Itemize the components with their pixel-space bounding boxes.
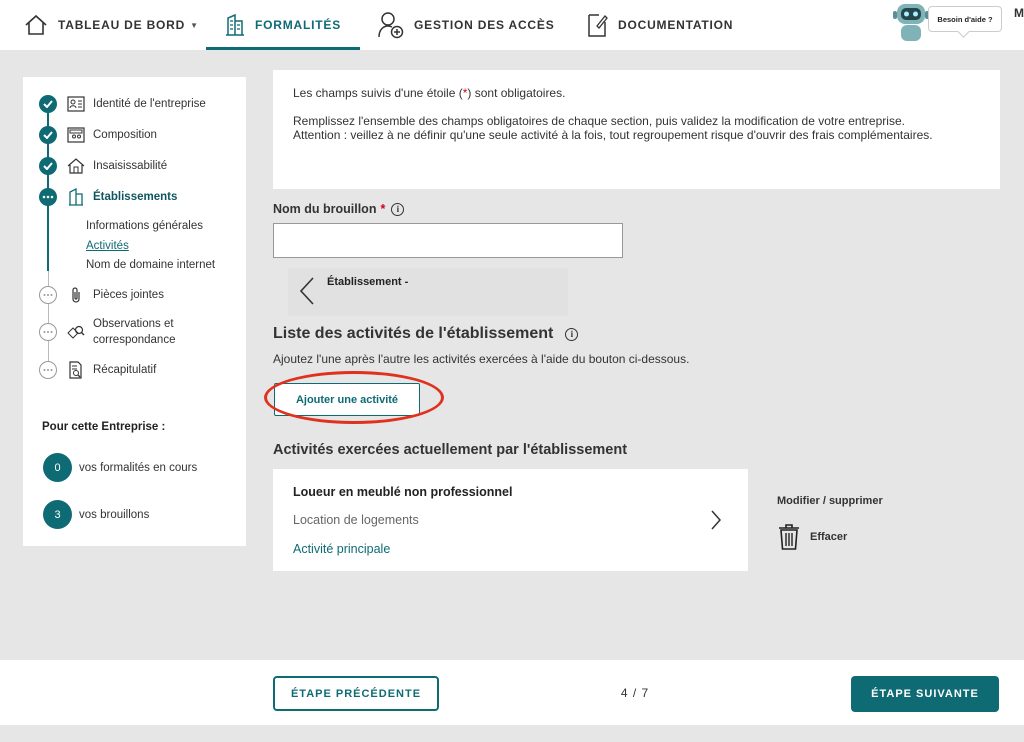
step-label: Composition <box>93 129 157 141</box>
in-progress-dots-icon <box>39 188 57 206</box>
activity-description: Location de logements <box>293 513 419 527</box>
user-menu-truncated[interactable]: M <box>1014 6 1024 20</box>
building-icon <box>67 188 85 206</box>
trash-icon <box>779 524 799 550</box>
chevron-down-icon: ▼ <box>190 20 199 30</box>
instructions-card: Les champs suivis d'une étoile (*) sont … <box>273 70 1000 189</box>
nav-dashboard[interactable]: TABLEAU DE BORD ▼ <box>24 0 199 50</box>
nav-access[interactable]: GESTION DES ACCÈS <box>378 0 555 50</box>
info-icon[interactable]: i <box>391 202 405 216</box>
paperclip-icon <box>67 286 85 304</box>
draft-name-input[interactable] <box>273 223 623 258</box>
establishment-title: Établissement - <box>327 276 409 288</box>
steps-sidebar: Identité de l'entreprise Composition Ins… <box>23 77 246 546</box>
top-nav: TABLEAU DE BORD ▼ FORMALITÉS GESTION DES… <box>0 0 1024 50</box>
document-search-icon <box>67 361 85 379</box>
activities-subtitle: Ajoutez l'une après l'autre les activité… <box>273 352 690 366</box>
modify-delete-label: Modifier / supprimer <box>777 495 883 507</box>
activity-type: Activité principale <box>293 542 391 556</box>
nav-formalites-label: FORMALITÉS <box>255 18 341 32</box>
footer-bar: ÉTAPE PRÉCÉDENTE 4 / 7 ÉTAPE SUIVANTE <box>0 660 1024 725</box>
company-section-title: Pour cette Entreprise : <box>42 421 166 433</box>
step-label: Récapitulatif <box>93 364 157 376</box>
chat-search-icon <box>67 323 85 341</box>
id-card-icon <box>67 95 85 113</box>
pending-dots-icon <box>39 323 57 341</box>
house-icon <box>67 157 85 175</box>
check-icon <box>39 157 57 175</box>
activities-section-title: Liste des activités de l'établissement i <box>273 325 579 343</box>
step-label: Identité de l'entreprise <box>93 98 206 110</box>
formalities-counter[interactable]: 0 vos formalités en cours <box>43 453 197 482</box>
activity-card[interactable]: Loueur en meublé non professionnel Locat… <box>273 469 748 571</box>
substep-domaine[interactable]: Nom de domaine internet <box>86 259 215 271</box>
step-pieces-jointes[interactable]: Pièces jointes <box>39 286 164 304</box>
step-insaisissabilite[interactable]: Insaisissabilité <box>39 157 167 175</box>
robot-assistant-icon[interactable] <box>890 0 932 44</box>
step-etablissements[interactable]: Établissements <box>39 188 177 206</box>
home-icon <box>25 14 47 35</box>
step-pager: 4 / 7 <box>620 686 650 700</box>
check-icon <box>39 126 57 144</box>
step-label: Pièces jointes <box>93 289 164 301</box>
previous-step-button[interactable]: ÉTAPE PRÉCÉDENTE <box>273 676 439 711</box>
step-label: Observations et correspondance <box>93 318 176 346</box>
user-add-icon <box>378 12 404 39</box>
check-icon <box>39 95 57 113</box>
info-icon[interactable]: i <box>565 327 579 341</box>
required-fields-note: Les champs suivis d'une étoile (*) sont … <box>293 86 566 100</box>
next-step-button[interactable]: ÉTAPE SUIVANTE <box>851 676 999 712</box>
current-activities-title: Activités exercées actuellement par l'ét… <box>273 442 628 458</box>
pending-dots-icon <box>39 361 57 379</box>
building-icon <box>226 13 244 36</box>
counter-badge: 0 <box>43 453 72 482</box>
help-bubble[interactable]: Besoin d'aide ? <box>928 6 1002 32</box>
nav-documentation[interactable]: DOCUMENTATION <box>586 0 733 50</box>
establishment-selector[interactable]: Établissement - <box>288 268 568 316</box>
drafts-counter[interactable]: 3 vos brouillons <box>43 500 149 529</box>
activity-name: Loueur en meublé non professionnel <box>293 485 513 499</box>
add-activity-button[interactable]: Ajouter une activité <box>274 383 420 416</box>
delete-label: Effacer <box>810 531 848 543</box>
draft-name-label: Nom du brouillon * i <box>273 202 405 216</box>
chevron-left-icon[interactable] <box>298 276 316 306</box>
nav-documentation-label: DOCUMENTATION <box>618 18 734 32</box>
instructions-text: Remplissez l'ensemble des champs obligat… <box>293 114 933 142</box>
document-edit-icon <box>588 14 608 37</box>
substep-informations[interactable]: Informations générales <box>86 220 203 232</box>
step-recapitulatif[interactable]: Récapitulatif <box>39 361 156 379</box>
step-label: Insaisissabilité <box>93 160 168 172</box>
delete-button[interactable]: Effacer <box>777 523 847 551</box>
nav-access-label: GESTION DES ACCÈS <box>414 18 555 32</box>
people-card-icon <box>67 126 85 144</box>
step-composition[interactable]: Composition <box>39 126 157 144</box>
nav-formalites[interactable]: FORMALITÉS <box>206 0 360 50</box>
step-identite[interactable]: Identité de l'entreprise <box>39 95 206 113</box>
counter-label: vos brouillons <box>79 508 150 521</box>
substep-activites[interactable]: Activités <box>86 240 129 252</box>
nav-dashboard-label: TABLEAU DE BORD <box>58 18 186 32</box>
step-observations[interactable]: Observations et correspondance <box>39 316 193 348</box>
chevron-right-icon[interactable] <box>709 509 723 531</box>
counter-label: vos formalités en cours <box>79 461 198 474</box>
pending-dots-icon <box>39 286 57 304</box>
counter-badge: 3 <box>43 500 72 529</box>
step-label: Établissements <box>93 191 178 203</box>
